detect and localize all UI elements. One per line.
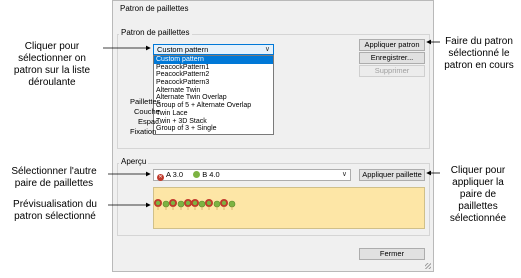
callout-select-pattern: Cliquer pour sélectionner on patron sur …: [13, 41, 91, 88]
paillettes-label: Paillettes: [130, 97, 161, 106]
resize-grip-icon[interactable]: [425, 263, 431, 269]
dropdown-option[interactable]: Custom pattern: [154, 56, 273, 64]
chevron-down-icon: ∨: [341, 171, 347, 178]
dropdown-option[interactable]: Group of 5 + Alternate Overlap: [154, 102, 273, 110]
sequin-preview-graphic: [154, 199, 236, 210]
sequin-row: [154, 199, 236, 208]
pattern-group-label: Patron de paillettes: [119, 28, 192, 37]
sequin-pattern-dialog: Patron de paillettes Patron de paillette…: [112, 0, 434, 272]
sequin-b-icon: [193, 171, 201, 178]
dialog-title: Patron de paillettes: [120, 4, 189, 13]
dropdown-option[interactable]: Twin + 3D Stack: [154, 118, 273, 126]
save-pattern-button[interactable]: Enregistrer...: [359, 52, 425, 64]
sequin-a-icon: ✕: [157, 174, 164, 181]
dropdown-option[interactable]: Twin Lace: [154, 110, 273, 118]
pair-b-value: B 4.0: [202, 170, 220, 179]
dropdown-option[interactable]: PeacockPattern3: [154, 79, 273, 87]
chevron-down-icon: ∨: [264, 46, 270, 53]
pattern-preview: [153, 187, 425, 229]
couche-label: Couche: [134, 107, 160, 116]
callout-other-pair: Sélectionner l'autre paire de paillettes: [11, 166, 97, 189]
dropdown-option[interactable]: PeacockPattern2: [154, 71, 273, 79]
callout-apply-pair: Cliquer pour appliquer la paire de paill…: [449, 165, 507, 224]
dropdown-option[interactable]: Alternate Twin: [154, 87, 273, 95]
pair-a-value: A 3.0: [166, 170, 184, 179]
apply-pattern-button[interactable]: Appliquer patron: [359, 39, 425, 51]
espac-label: Espac.: [138, 117, 161, 126]
apply-sequin-button[interactable]: Appliquer paillette: [359, 169, 425, 181]
callout-preview: Prévisualisation du patron sélectionné: [13, 199, 97, 222]
delete-pattern-button[interactable]: Supprimer: [359, 65, 425, 77]
pattern-combo[interactable]: Custom pattern ∨: [153, 44, 274, 55]
callout-apply-pattern: Faire du patron sélectionné le patron en…: [444, 36, 514, 71]
close-button[interactable]: Fermer: [359, 248, 425, 260]
pattern-combo-value: Custom pattern: [157, 45, 209, 54]
dropdown-option[interactable]: PeacockPattern1: [154, 64, 273, 72]
fixation-label: Fixation: [130, 127, 157, 136]
pattern-dropdown-list: Custom pattern PeacockPattern1 PeacockPa…: [153, 55, 274, 135]
sequin-pair-combo[interactable]: ✕ A 3.0 B 4.0 ∨: [153, 169, 351, 181]
dropdown-option[interactable]: Group of 3 + Single: [154, 125, 273, 133]
preview-group-label: Aperçu: [119, 157, 149, 166]
dropdown-option[interactable]: Alternate Twin Overlap: [154, 94, 273, 102]
